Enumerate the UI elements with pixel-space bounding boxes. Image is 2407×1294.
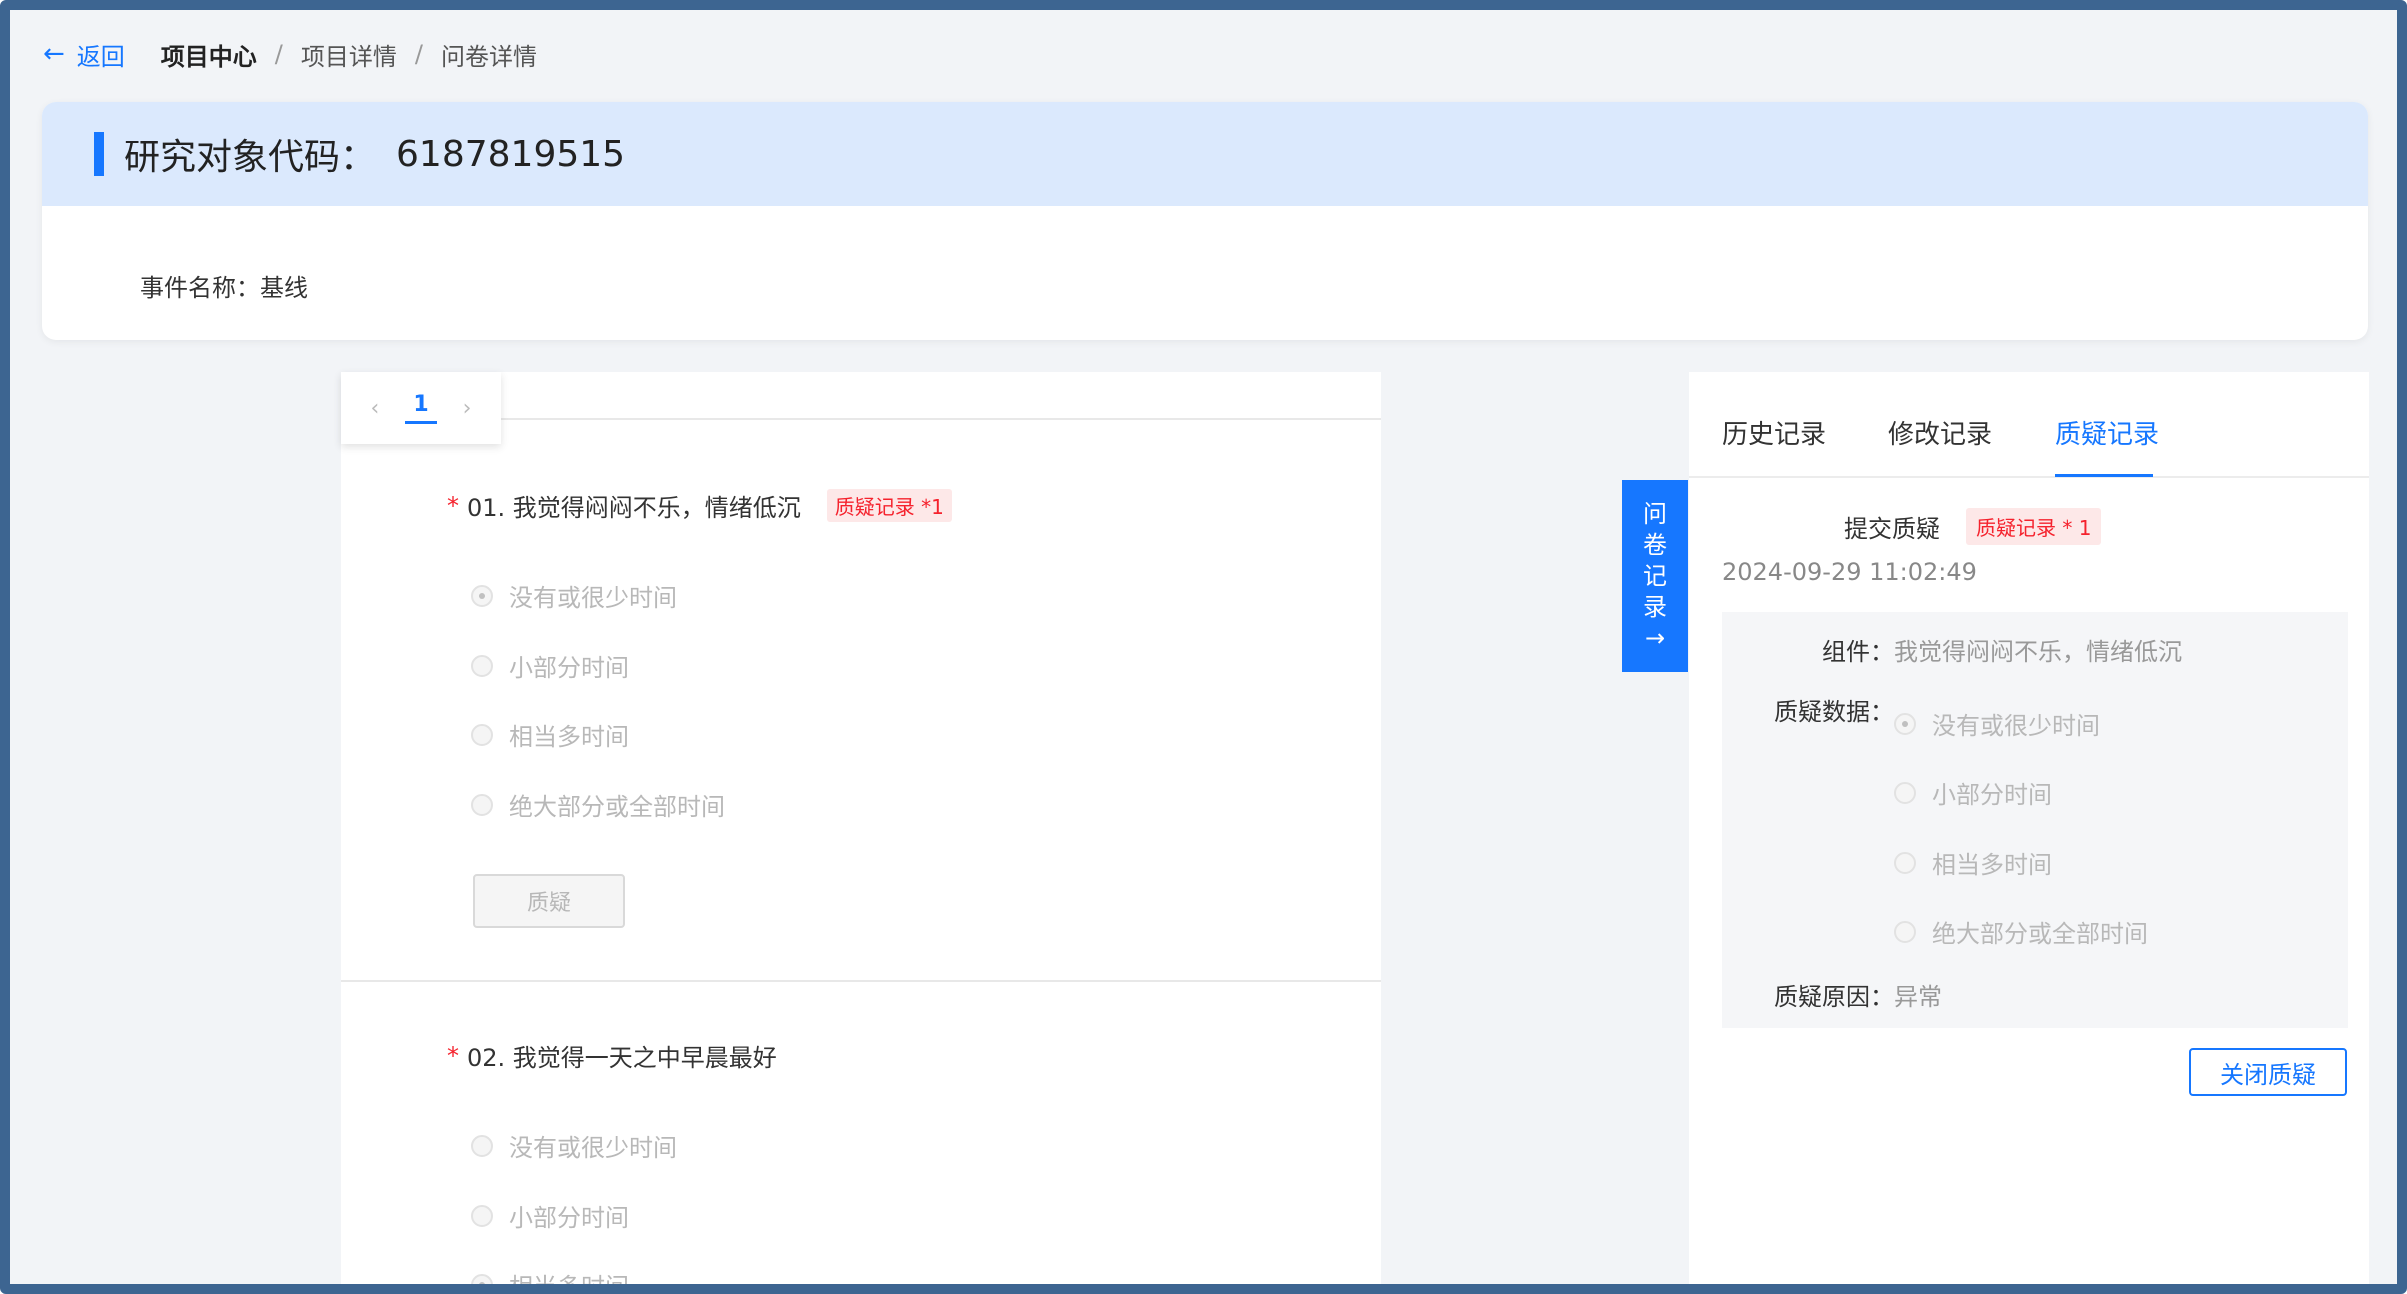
- radio-option[interactable]: 小部分时间: [471, 1198, 629, 1233]
- radio-icon: [1894, 851, 1916, 874]
- close-query-button[interactable]: 关闭质疑: [2189, 1048, 2347, 1096]
- query-reason-value: 异常: [1894, 983, 1942, 1011]
- radio-icon: [1894, 920, 1916, 943]
- question-title: * 01. 我觉得闷闷不乐，情绪低沉 质疑记录 *1: [447, 488, 952, 523]
- tab-history[interactable]: 历史记录: [1722, 414, 1826, 451]
- option-label: 没有或很少时间: [1932, 712, 2100, 740]
- query-submit-row: 提交质疑 质疑记录 * 1: [1844, 508, 2102, 545]
- component-label: 组件：: [1822, 638, 1894, 666]
- query-record-badge: 质疑记录 * 1: [1966, 508, 2102, 545]
- arrow-left-icon: ←: [43, 39, 65, 69]
- side-tab-char: 问: [1643, 499, 1667, 528]
- header-band: 研究对象代码： 6187819515: [42, 102, 2368, 206]
- active-tab-indicator: [2055, 474, 2153, 477]
- query-record-badge[interactable]: 质疑记录 *1: [826, 489, 952, 522]
- breadcrumb-separator: /: [274, 40, 283, 68]
- query-data-option: 没有或很少时间: [1894, 706, 2100, 741]
- radio-icon[interactable]: [471, 1204, 493, 1227]
- app-frame: ← 返回 项目中心 / 项目详情 / 问卷详情 研究对象代码： 61878195…: [0, 0, 2407, 1294]
- arrow-right-icon: →: [1644, 623, 1666, 652]
- breadcrumb-separator: /: [414, 40, 423, 68]
- radio-option[interactable]: 绝大部分或全部时间: [471, 787, 725, 822]
- breadcrumb-project-center[interactable]: 项目中心: [161, 37, 257, 72]
- questionnaire-record-toggle[interactable]: 问 卷 记 录 →: [1622, 480, 1688, 672]
- query-reason-label: 质疑原因：: [1774, 983, 1894, 1011]
- query-data-label: 质疑数据：: [1774, 698, 1894, 726]
- radio-option[interactable]: 小部分时间: [471, 648, 629, 683]
- event-value: 基线: [260, 274, 308, 302]
- radio-icon[interactable]: [471, 723, 493, 746]
- option-label: 绝大部分或全部时间: [509, 793, 725, 821]
- radio-icon[interactable]: [471, 1273, 493, 1284]
- required-mark: *: [447, 1041, 459, 1070]
- subject-code-value: 6187819515: [396, 133, 626, 175]
- submit-query-label: 提交质疑: [1844, 515, 1940, 543]
- radio-option[interactable]: 没有或很少时间: [471, 578, 677, 613]
- radio-icon[interactable]: [471, 654, 493, 677]
- option-label: 小部分时间: [1932, 781, 2052, 809]
- query-button[interactable]: 质疑: [473, 874, 625, 928]
- query-data-option: 相当多时间: [1894, 845, 2052, 880]
- page-number[interactable]: 1: [405, 392, 437, 424]
- component-value: 我觉得闷闷不乐，情绪低沉: [1894, 638, 2182, 666]
- radio-option[interactable]: 没有或很少时间: [471, 1128, 677, 1163]
- breadcrumb-project-detail[interactable]: 项目详情: [301, 37, 397, 72]
- query-data-option: 小部分时间: [1894, 775, 2052, 810]
- radio-icon[interactable]: [471, 1134, 493, 1157]
- radio-icon[interactable]: [471, 584, 493, 607]
- query-data-option: 绝大部分或全部时间: [1894, 914, 2148, 949]
- event-row: 事件名称：基线: [140, 268, 308, 303]
- pagination: ‹ 1 ›: [341, 372, 501, 444]
- question-title: * 02. 我觉得一天之中早晨最好: [447, 1038, 777, 1073]
- option-label: 绝大部分或全部时间: [1932, 920, 2148, 948]
- option-label: 小部分时间: [509, 654, 629, 682]
- radio-option[interactable]: 相当多时间: [471, 1267, 629, 1294]
- option-label: 没有或很少时间: [509, 584, 677, 612]
- question-text: 02. 我觉得一天之中早晨最好: [467, 1044, 777, 1072]
- chevron-left-icon[interactable]: ‹: [371, 396, 380, 421]
- side-tab-char: 卷: [1643, 530, 1667, 559]
- question-divider: [341, 980, 1381, 982]
- query-detail-box: 组件： 我觉得闷闷不乐，情绪低沉 质疑数据： 没有或很少时间 小部分时间 相当多…: [1722, 612, 2348, 1028]
- query-timestamp: 2024-09-29 11:02:49: [1722, 558, 1977, 586]
- side-tab-char: 录: [1643, 592, 1667, 621]
- header-accent-bar: [94, 132, 104, 176]
- option-label: 相当多时间: [1932, 851, 2052, 879]
- chevron-right-icon[interactable]: ›: [463, 396, 472, 421]
- question-text: 01. 我觉得闷闷不乐，情绪低沉: [467, 494, 801, 522]
- breadcrumb-questionnaire-detail: 问卷详情: [440, 42, 537, 71]
- event-label: 事件名称：: [140, 274, 260, 302]
- option-label: 相当多时间: [509, 723, 629, 751]
- back-button[interactable]: ← 返回: [43, 37, 125, 72]
- required-mark: *: [447, 491, 459, 520]
- subject-header-card: 研究对象代码： 6187819515 事件名称：基线: [42, 102, 2368, 340]
- radio-icon[interactable]: [471, 793, 493, 816]
- option-label: 小部分时间: [509, 1204, 629, 1232]
- breadcrumb: ← 返回 项目中心 / 项目详情 / 问卷详情: [43, 34, 537, 74]
- subject-code-label: 研究对象代码：: [124, 137, 377, 178]
- questionnaire-form-panel: ‹ 1 › * 01. 我觉得闷闷不乐，情绪低沉 质疑记录 *1 没有或很少时间…: [341, 372, 1381, 1294]
- option-label: 没有或很少时间: [509, 1134, 677, 1162]
- tab-modification[interactable]: 修改记录: [1888, 414, 1992, 451]
- option-label: 相当多时间: [509, 1273, 629, 1294]
- radio-icon: [1894, 781, 1916, 804]
- record-tabs: 历史记录 修改记录 质疑记录: [1689, 372, 2369, 478]
- side-tab-char: 记: [1643, 561, 1667, 590]
- back-label: 返回: [76, 42, 125, 71]
- record-panel: 历史记录 修改记录 质疑记录 提交质疑 质疑记录 * 1 2024-09-29 …: [1689, 372, 2369, 1284]
- tab-query[interactable]: 质疑记录: [2055, 414, 2159, 451]
- radio-option[interactable]: 相当多时间: [471, 717, 629, 752]
- radio-icon: [1894, 712, 1916, 735]
